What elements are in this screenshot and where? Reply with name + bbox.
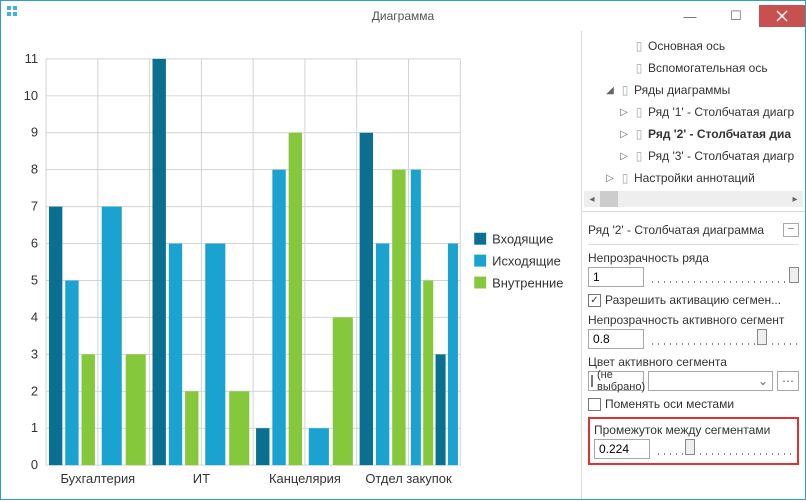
svg-text:6: 6 xyxy=(31,236,38,251)
tree-item[interactable]: ▷▯Ряд '2' - Столбчатая диа xyxy=(582,123,805,145)
titlebar[interactable]: Диаграмма — ☐ xyxy=(1,1,805,31)
legend-swatch xyxy=(474,233,486,245)
svg-text:8: 8 xyxy=(31,162,38,177)
collapse-section-button[interactable]: – xyxy=(783,223,799,237)
gap-group-highlighted: Промежуток между сегментами xyxy=(588,417,799,465)
app-window: Диаграмма — ☐ 0 1 2 3 4 5 6 7 8 9 10 11 Бухгалтерия И… xyxy=(0,0,806,500)
series-icon: ▯ xyxy=(630,127,648,141)
svg-text:0: 0 xyxy=(31,457,38,472)
bar[interactable] xyxy=(333,317,353,465)
bar[interactable] xyxy=(82,354,95,465)
svg-text:ИТ: ИТ xyxy=(193,471,210,486)
maximize-button[interactable]: ☐ xyxy=(713,5,759,27)
series-icon: ▯ xyxy=(616,171,634,185)
layers-tree[interactable]: ▯Основная ось▯Вспомогательная ось◢▯Ряды … xyxy=(582,31,805,189)
bar[interactable] xyxy=(205,244,225,466)
legend-label: Исходящие xyxy=(492,254,561,269)
tree-item[interactable]: ▷▯Настройки аннотаций xyxy=(582,167,805,189)
svg-text:1: 1 xyxy=(31,420,38,435)
svg-text:7: 7 xyxy=(31,199,38,214)
svg-text:3: 3 xyxy=(31,346,38,361)
active-color-label: Цвет активного сегмента xyxy=(588,355,799,369)
svg-text:10: 10 xyxy=(24,88,38,103)
legend-label: Входящие xyxy=(492,232,553,247)
bar[interactable] xyxy=(126,354,146,465)
bar[interactable] xyxy=(448,244,458,466)
tree-item[interactable]: ▷▯Ряд '3' - Столбчатая диагр xyxy=(582,145,805,167)
active-color-dropdown[interactable]: ⌄ xyxy=(648,371,773,391)
tree-item[interactable]: ▯Основная ось xyxy=(582,35,805,57)
tree-item[interactable]: ▯Вспомогательная ось xyxy=(582,57,805,79)
minimize-button[interactable]: — xyxy=(667,5,713,27)
legend-swatch xyxy=(474,277,486,289)
allow-activation-checkbox[interactable]: ✓ Разрешить активацию сегмен... xyxy=(588,293,799,307)
bar[interactable] xyxy=(65,280,78,465)
svg-text:5: 5 xyxy=(31,272,38,287)
close-button[interactable] xyxy=(759,5,805,27)
gap-label: Промежуток между сегментами xyxy=(594,423,793,437)
gap-input[interactable] xyxy=(594,439,650,459)
bar[interactable] xyxy=(272,170,285,465)
series-icon: ▯ xyxy=(630,61,648,75)
bar[interactable] xyxy=(392,170,405,465)
svg-text:Бухгалтерия: Бухгалтерия xyxy=(60,471,135,486)
legend-label: Внутренние xyxy=(492,276,563,291)
section-title: Ряд '2' - Столбчатая диаграмма xyxy=(588,223,783,237)
gap-slider[interactable] xyxy=(658,439,793,459)
bar[interactable] xyxy=(169,244,182,466)
active-opacity-slider[interactable] xyxy=(652,329,799,349)
active-opacity-label: Непрозрачность активного сегмент xyxy=(588,313,799,327)
bar[interactable] xyxy=(423,280,433,465)
bar[interactable] xyxy=(49,207,62,466)
series-icon: ▯ xyxy=(630,39,648,53)
opacity-input[interactable] xyxy=(588,267,644,287)
active-color-more-button[interactable]: ⋯ xyxy=(777,371,799,391)
opacity-label: Непрозрачность ряда xyxy=(588,251,799,265)
series-icon: ▯ xyxy=(630,105,648,119)
svg-text:2: 2 xyxy=(31,383,38,398)
svg-text:9: 9 xyxy=(31,125,38,140)
bar[interactable] xyxy=(360,133,373,465)
bar[interactable] xyxy=(376,244,389,466)
properties-panel: ▯Основная ось▯Вспомогательная ось◢▯Ряды … xyxy=(581,31,805,499)
series-icon: ▯ xyxy=(630,149,648,163)
bar[interactable] xyxy=(411,170,421,465)
series-icon: ▯ xyxy=(616,83,634,97)
bar[interactable] xyxy=(102,207,122,466)
app-icon xyxy=(7,6,27,26)
bar[interactable] xyxy=(289,133,302,465)
tree-item[interactable]: ◢▯Ряды диаграммы xyxy=(582,79,805,101)
bar[interactable] xyxy=(256,428,269,465)
svg-text:Канцелярия: Канцелярия xyxy=(269,471,341,486)
chart-area: 0 1 2 3 4 5 6 7 8 9 10 11 Бухгалтерия ИТ Канцелярия Отд… xyxy=(1,31,581,499)
svg-text:11: 11 xyxy=(25,51,38,66)
bar[interactable] xyxy=(436,354,446,465)
legend-swatch xyxy=(474,255,486,267)
tree-item[interactable]: ▷▯Ряд '1' - Столбчатая диагр xyxy=(582,101,805,123)
swap-axes-checkbox[interactable]: Поменять оси местами xyxy=(588,397,799,411)
svg-text:Отдел закупок: Отдел закупок xyxy=(365,471,452,486)
bar[interactable] xyxy=(185,391,198,465)
tree-h-scrollbar[interactable]: ◂ ▸ xyxy=(584,191,803,207)
bar[interactable] xyxy=(153,59,166,465)
bar[interactable] xyxy=(309,428,329,465)
active-color-swatch[interactable]: (не выбрано) xyxy=(588,371,644,391)
opacity-slider[interactable] xyxy=(652,267,799,287)
svg-text:4: 4 xyxy=(31,309,38,324)
bar[interactable] xyxy=(229,391,249,465)
active-opacity-input[interactable] xyxy=(588,329,644,349)
